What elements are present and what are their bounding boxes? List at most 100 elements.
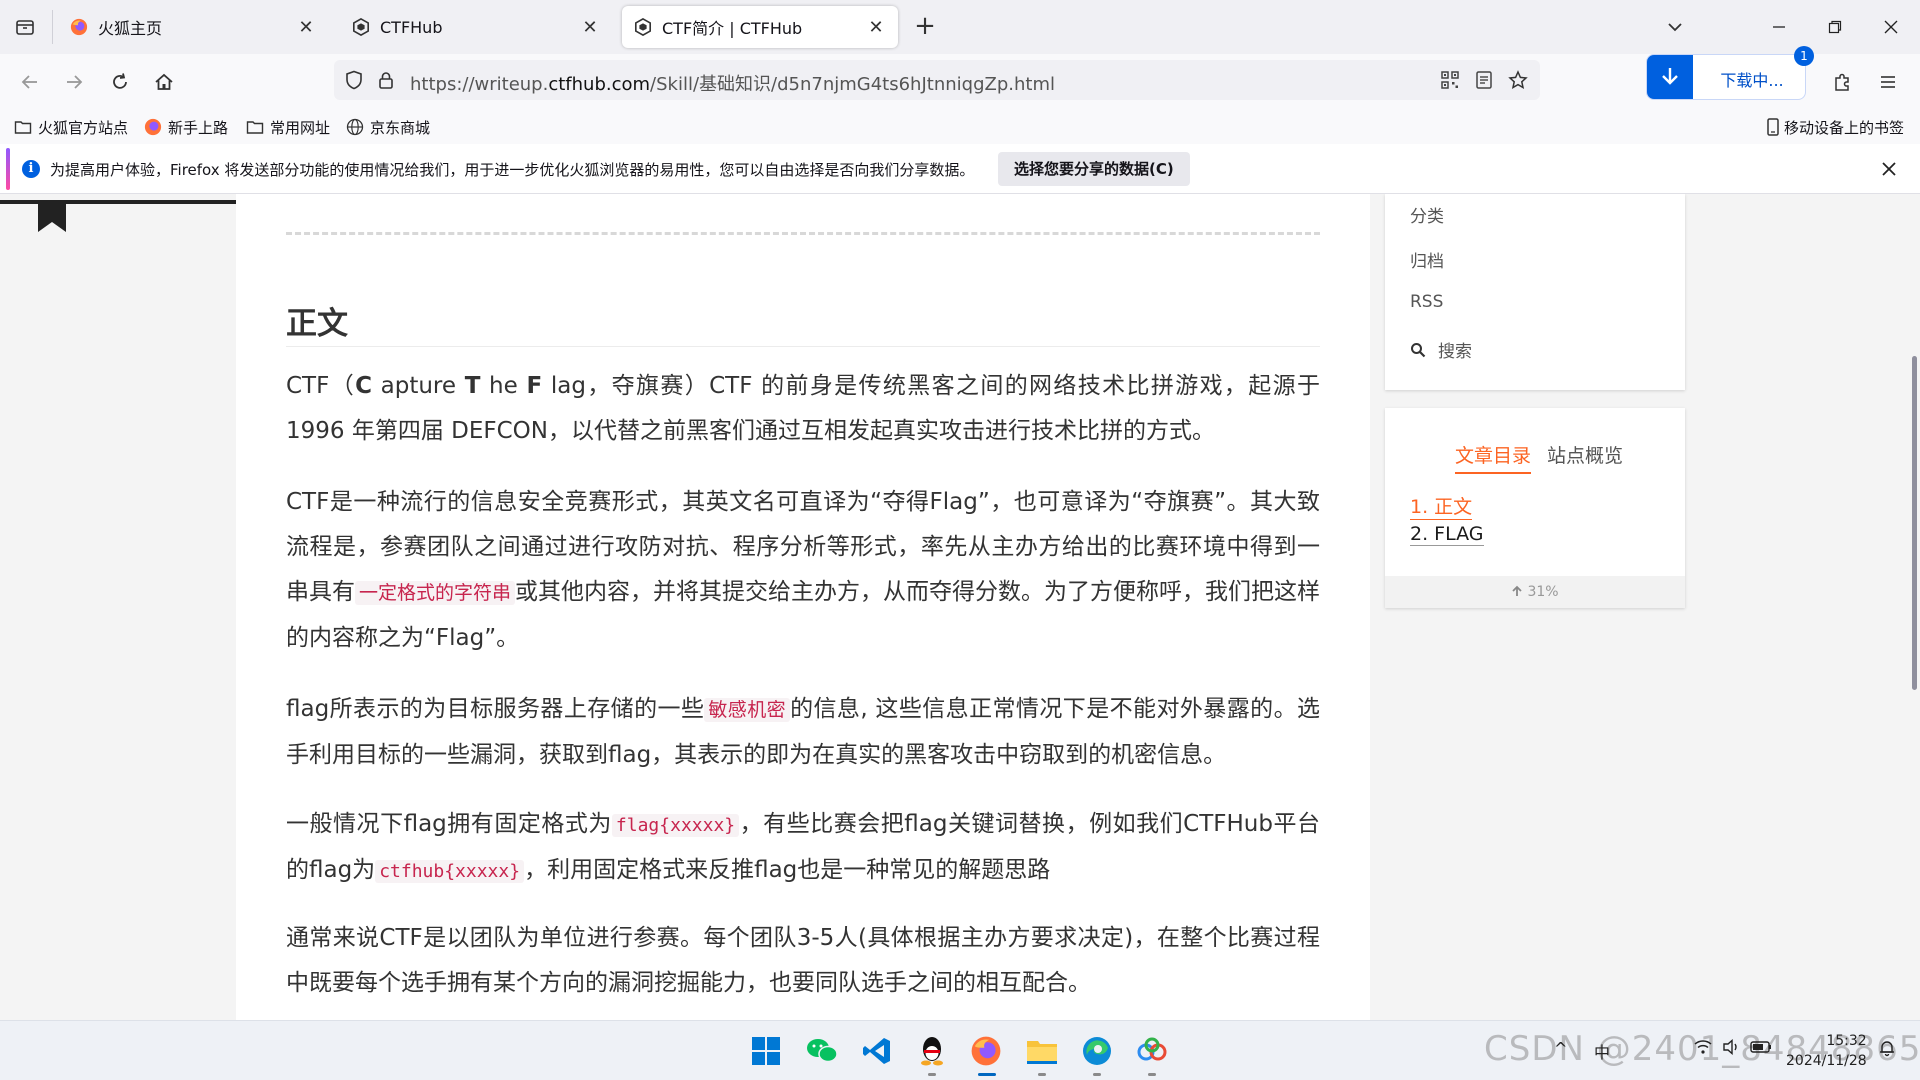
file-explorer-icon — [1027, 1041, 1057, 1064]
new-tab-button[interactable]: + — [910, 12, 940, 42]
bookmark-mobile[interactable]: 移动设备上的书签 — [1766, 116, 1904, 138]
back-to-top-button[interactable]: 31% — [1385, 576, 1685, 608]
tracking-protection-shield-icon[interactable] — [344, 70, 364, 90]
reload-icon — [113, 73, 127, 89]
article-body: 正文 CTF（C apture T he F lag，夺旗赛）CTF 的前身是传… — [236, 194, 1370, 1020]
taskbar-qq[interactable] — [914, 1033, 950, 1069]
data-sharing-notification: i 为提高用户体验，Firefox 将发送部分功能的使用情况给我们，用于进一步优… — [0, 144, 1920, 194]
download-progress-button[interactable]: 下载中... — [1646, 54, 1806, 100]
page-scrollbar[interactable] — [1912, 356, 1917, 690]
sidebar-item-rss[interactable]: RSS — [1410, 292, 1443, 312]
download-label: 下载中... — [1720, 71, 1784, 90]
bookmark-label: 京东商城 — [370, 118, 431, 137]
taskbar-vscode[interactable] — [859, 1033, 895, 1069]
text: 一般情况下flag拥有固定格式为 — [286, 811, 612, 837]
reader-view-icon[interactable] — [1474, 70, 1494, 90]
battery-glyph — [1750, 1041, 1771, 1053]
ctfhub-icon — [634, 18, 652, 36]
windows-start-icon — [752, 1037, 780, 1065]
url-bar[interactable]: https://writeup.ctfhub.com/Skill/基础知识/d5… — [334, 60, 1540, 100]
tab-label: CTF简介 | CTFHub — [662, 19, 803, 38]
tray-overflow-icon[interactable]: ^ — [1554, 1039, 1567, 1058]
text: apture — [371, 373, 465, 399]
bookmark-getting-started[interactable]: 新手上路 — [144, 116, 228, 138]
notification-center-icon[interactable] — [1878, 1039, 1896, 1061]
bookmark-common-sites[interactable]: 常用网址 — [246, 116, 330, 138]
text: CTF（ — [286, 373, 356, 399]
toc-item-flag[interactable]: 2. FLAG — [1410, 523, 1484, 546]
app-menu-button[interactable] — [1872, 66, 1904, 98]
search-icon — [1411, 342, 1426, 357]
forward-button[interactable] — [58, 66, 90, 98]
tab-toc[interactable]: 文章目录 — [1455, 441, 1532, 474]
system-clock[interactable]: 15:32 2024/11/28 — [1786, 1031, 1867, 1071]
clock-time: 15:32 — [1826, 1033, 1867, 1049]
tab-separator — [52, 10, 53, 44]
taskbar-baidu-netdisk[interactable] — [1134, 1033, 1170, 1069]
choose-data-button[interactable]: 选择您要分享的数据(C) — [998, 152, 1190, 186]
back-arrow-icon — [21, 75, 37, 89]
restore-button[interactable] — [1820, 12, 1850, 42]
qr-code-icon[interactable] — [1440, 70, 1460, 90]
tab-ctf-intro[interactable]: CTF简介 | CTFHub ✕ — [622, 6, 898, 48]
tab-strip: 火狐主页 ✕ CTFHub ✕ CTF简介 | CTFHub ✕ + — [0, 0, 1920, 54]
bookmark-firefox-official[interactable]: 火狐官方站点 — [14, 116, 128, 138]
sidebar-item-categories[interactable]: 分类 — [1410, 202, 1444, 227]
navigation-toolbar: https://writeup.ctfhub.com/Skill/基础知识/d5… — [0, 46, 1920, 110]
tab-firefox-home[interactable]: 火狐主页 ✕ — [58, 6, 328, 48]
ctfhub-icon — [352, 18, 370, 36]
paragraph-flag-meaning: flag所表示的为目标服务器上存储的一些 敏感机密 的信息, 这些信息正常情况下是不… — [286, 687, 1320, 778]
running-indicator — [1148, 1073, 1156, 1076]
text: flag所表示的为目标服务器上存储的一些 — [286, 696, 705, 722]
wifi-icon[interactable] — [1694, 1039, 1712, 1059]
tab-overview[interactable]: 站点概览 — [1547, 441, 1623, 472]
windows-start-button[interactable] — [748, 1033, 784, 1069]
close-icon[interactable]: ✕ — [296, 17, 316, 38]
inline-code: ctfhub{xxxxx} — [375, 860, 525, 883]
home-button[interactable] — [148, 66, 180, 98]
sidebar-tabs: 文章目录 站点概览 — [1455, 441, 1639, 474]
battery-icon[interactable] — [1750, 1039, 1772, 1058]
taskbar-firefox[interactable] — [968, 1033, 1004, 1069]
back-button[interactable] — [14, 66, 46, 98]
bookmark-ribbon-icon[interactable] — [38, 200, 66, 232]
volume-icon[interactable] — [1722, 1038, 1740, 1059]
window-close-button[interactable] — [1876, 12, 1906, 42]
close-icon[interactable]: ✕ — [580, 17, 600, 38]
close-icon[interactable]: ✕ — [866, 17, 886, 38]
windows-taskbar: CSDN @2401_84848865 ^ 中 15:32 2024/11/28 — [0, 1020, 1920, 1080]
input-method-icon[interactable]: 中 — [1594, 1039, 1610, 1063]
hamburger-menu-icon — [1881, 76, 1895, 88]
bookmark-label: 火狐官方站点 — [38, 118, 129, 137]
baidu-netdisk-icon — [1137, 1037, 1167, 1061]
lock-icon[interactable] — [376, 70, 396, 90]
edge-icon — [1083, 1037, 1111, 1065]
taskbar-wechat[interactable] — [804, 1033, 840, 1069]
toc-item-body[interactable]: 1. 正文 — [1410, 492, 1473, 520]
tab-list-icon — [16, 20, 34, 35]
clock-date: 2024/11/28 — [1786, 1053, 1867, 1069]
star-bookmark-icon[interactable] — [1508, 70, 1528, 90]
notification-stripe — [6, 148, 10, 190]
dashed-divider — [286, 232, 1320, 235]
taskbar-edge[interactable] — [1079, 1033, 1115, 1069]
wechat-icon — [807, 1039, 838, 1063]
paragraph-flag-format: 一般情况下flag拥有固定格式为 flag{xxxxx} ，有些比赛会把flag关键… — [286, 802, 1320, 894]
notification-close-button[interactable] — [1876, 156, 1902, 182]
restore-icon — [1828, 20, 1842, 34]
list-all-tabs-button[interactable] — [1660, 12, 1690, 42]
bookmarks-toolbar: 火狐官方站点 新手上路 常用网址 京东商城 移动设备上的书签 — [0, 110, 1920, 144]
notification-text: 为提高用户体验，Firefox 将发送部分功能的使用情况给我们，用于进一步优化火… — [50, 161, 975, 179]
sidebar-item-archives[interactable]: 归档 — [1410, 247, 1444, 272]
taskbar-file-explorer[interactable] — [1024, 1033, 1060, 1069]
bookmark-jd-mall[interactable]: 京东商城 — [346, 116, 430, 138]
tab-list-button[interactable] — [10, 12, 40, 42]
sidebar-item-search[interactable]: 搜索 — [1410, 337, 1472, 362]
minimize-button[interactable] — [1764, 12, 1794, 42]
close-icon — [1882, 162, 1896, 176]
paragraph-ctf-origin: CTF（C apture T he F lag，夺旗赛）CTF 的前身是传统黑客… — [286, 364, 1320, 454]
reload-button[interactable] — [104, 66, 136, 98]
url-text[interactable]: https://writeup.ctfhub.com/Skill/基础知识/d5… — [410, 70, 1055, 96]
extensions-button[interactable] — [1826, 66, 1858, 98]
tab-ctfhub[interactable]: CTFHub ✕ — [340, 6, 612, 48]
